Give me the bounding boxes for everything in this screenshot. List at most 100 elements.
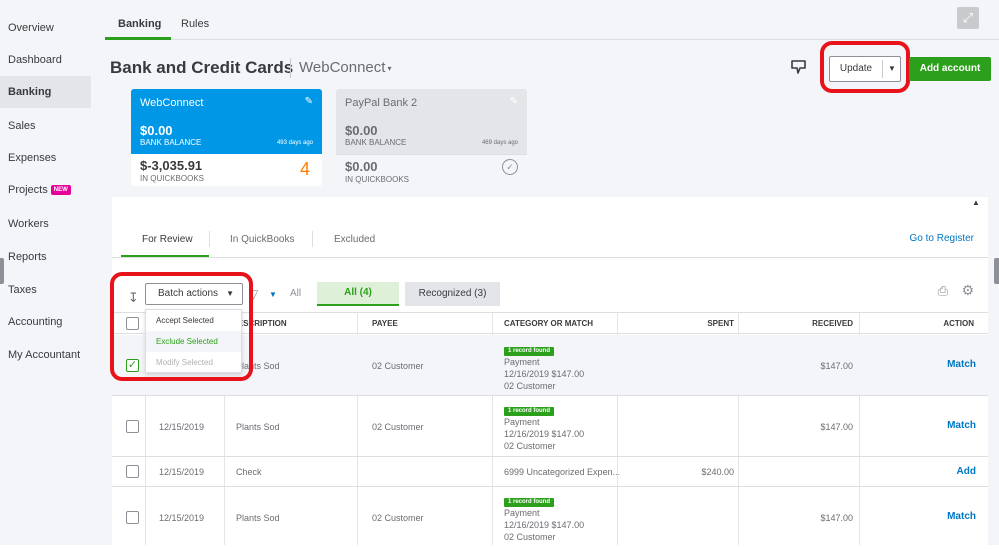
col-payee: PAYEE (372, 319, 398, 328)
chevron-down-icon: ▼ (226, 289, 234, 298)
account-card-paypal[interactable]: PayPal Bank 2 ✎ $0.00 BANK BALANCE 469 d… (336, 89, 527, 186)
match-type: Payment (504, 357, 540, 367)
account-dropdown-value: WebConnect (299, 59, 386, 76)
row-received: $147.00 (820, 361, 853, 371)
nav-item-overview[interactable]: Overview (0, 12, 91, 44)
row-payee: 02 Customer (372, 361, 424, 371)
nav-item-workers[interactable]: Workers (0, 208, 91, 240)
qb-balance-amount: $-3,035.91 (140, 158, 203, 173)
nav-item-taxes[interactable]: Taxes (0, 274, 91, 306)
go-to-register-link[interactable]: Go to Register (910, 233, 974, 244)
table-row[interactable]: ✓ Plants Sod 02 Customer 1 record found … (112, 335, 988, 396)
update-menu-caret-icon[interactable]: ▼ (883, 57, 901, 81)
row-match[interactable]: 1 record found Payment 12/16/2019 $147.0… (504, 343, 584, 392)
pencil-icon[interactable]: ✎ (305, 96, 313, 107)
segment-all[interactable]: All (4) (317, 282, 399, 306)
nav-collapse-handle[interactable] (0, 258, 4, 284)
row-match[interactable]: 1 record found Payment 12/16/2019 $147.0… (504, 403, 584, 452)
menu-item-modify-selected[interactable]: Modify Selected (146, 352, 241, 373)
row-checkbox[interactable] (126, 465, 139, 478)
row-description: Plants Sod (236, 361, 280, 371)
panel-resize-handle[interactable] (994, 258, 999, 284)
row-description: Check (236, 467, 262, 477)
filter-icon[interactable]: ▽ (249, 287, 258, 301)
transactions-panel: ▲ For Review In QuickBooks Excluded Go t… (112, 197, 988, 549)
row-date: 12/15/2019 (159, 467, 205, 477)
account-card-webconnect[interactable]: WebConnect ✎ $0.00 BANK BALANCE 493 days… (131, 89, 322, 186)
menu-item-accept-selected[interactable]: Accept Selected (146, 310, 241, 331)
feedback-icon[interactable] (790, 58, 808, 76)
menu-item-exclude-selected[interactable]: Exclude Selected (146, 331, 241, 352)
page-title: Bank and Credit Cards (110, 58, 294, 77)
table-row[interactable]: 12/15/2019 Plants Sod 02 Customer 1 reco… (112, 487, 988, 549)
match-action-link[interactable]: Match (947, 511, 976, 522)
gear-icon[interactable]: ⚙ (961, 282, 974, 299)
qb-balance-label: IN QUICKBOOKS (345, 175, 410, 184)
last-updated: 493 days ago (276, 140, 313, 146)
nav-item-reports[interactable]: Reports (0, 241, 91, 273)
bank-balance-label: BANK BALANCE (140, 138, 202, 147)
batch-actions-menu: Accept Selected Exclude Selected Modify … (145, 309, 242, 373)
tab-in-quickbooks[interactable]: In QuickBooks (230, 234, 294, 245)
add-action-link[interactable]: Add (957, 466, 976, 477)
tab-excluded[interactable]: Excluded (334, 234, 375, 245)
match-type: Payment (504, 508, 540, 518)
record-found-badge: 1 record found (504, 407, 555, 416)
nav-item-my-accountant[interactable]: My Accountant (0, 339, 91, 371)
match-action-link[interactable]: Match (947, 420, 976, 431)
nav-item-sales[interactable]: Sales (0, 110, 91, 142)
bottom-strip (0, 545, 999, 549)
tab-banking[interactable]: Banking (118, 18, 161, 30)
row-match[interactable]: 1 record found Payment 12/16/2019 $147.0… (504, 494, 584, 543)
new-badge: NEW (50, 185, 71, 196)
row-received: $147.00 (820, 513, 853, 523)
record-found-badge: 1 record found (504, 347, 555, 356)
bank-balance-amount: $0.00 (345, 123, 378, 138)
row-description: Plants Sod (236, 422, 280, 432)
nav-item-expenses[interactable]: Expenses (0, 142, 91, 174)
row-checkbox[interactable]: ✓ (126, 359, 139, 372)
row-category[interactable]: 6999 Uncategorized Expen... (504, 467, 620, 477)
add-account-button[interactable]: Add account (909, 57, 991, 81)
row-payee: 02 Customer (372, 422, 424, 432)
sort-arrow-icon[interactable]: ↧ (128, 290, 139, 306)
card-qb-section: $-3,035.91 IN QUICKBOOKS 4 (131, 154, 322, 186)
left-nav: Overview Dashboard Banking Sales Expense… (0, 0, 91, 549)
chevron-up-icon[interactable]: ▲ (968, 198, 984, 212)
card-name: WebConnect (140, 97, 204, 109)
nav-item-accounting[interactable]: Accounting (0, 306, 91, 338)
account-dropdown[interactable]: WebConnect ▾ (299, 59, 391, 76)
match-date-amount: 12/16/2019 $147.00 (504, 369, 585, 379)
tab-rules[interactable]: Rules (181, 18, 209, 30)
table-row[interactable]: 12/15/2019 Plants Sod 02 Customer 1 reco… (112, 396, 988, 457)
batch-actions-label: Batch actions (158, 288, 219, 299)
tab-divider (312, 231, 313, 247)
row-received: $147.00 (820, 422, 853, 432)
card-qb-section: $0.00 IN QUICKBOOKS ✓ (336, 154, 527, 186)
select-all-checkbox[interactable] (126, 317, 139, 330)
tab-divider (209, 231, 210, 247)
table-row[interactable]: 12/15/2019 Check 6999 Uncategorized Expe… (112, 457, 988, 487)
nav-item-banking[interactable]: Banking (0, 76, 91, 108)
segment-recognized[interactable]: Recognized (3) (405, 282, 500, 306)
batch-actions-button[interactable]: Batch actions ▼ (145, 283, 243, 305)
nav-item-dashboard[interactable]: Dashboard (0, 44, 91, 76)
col-action: ACTION (943, 319, 974, 328)
match-date-amount: 12/16/2019 $147.00 (504, 520, 585, 530)
print-icon[interactable]: ⎙ (938, 283, 948, 299)
check-circle-icon: ✓ (502, 159, 518, 175)
expand-icon[interactable]: ⤢ (957, 7, 979, 29)
main-content: Banking Rules ⤢ Bank and Credit Cards We… (91, 0, 999, 549)
nav-item-projects[interactable]: Projects NEW (0, 174, 91, 206)
card-bank-section: WebConnect ✎ $0.00 BANK BALANCE 493 days… (131, 89, 322, 154)
tabs-baseline (112, 257, 988, 258)
update-button[interactable]: Update (830, 57, 882, 81)
filter-caret-icon[interactable]: ▼ (269, 290, 277, 299)
match-action-link[interactable]: Match (947, 359, 976, 370)
match-payee: 02 Customer (504, 532, 556, 542)
row-checkbox[interactable] (126, 420, 139, 433)
row-checkbox[interactable] (126, 511, 139, 524)
tab-for-review[interactable]: For Review (142, 234, 193, 245)
pencil-icon[interactable]: ✎ (510, 96, 518, 107)
qb-balance-label: IN QUICKBOOKS (140, 174, 205, 183)
